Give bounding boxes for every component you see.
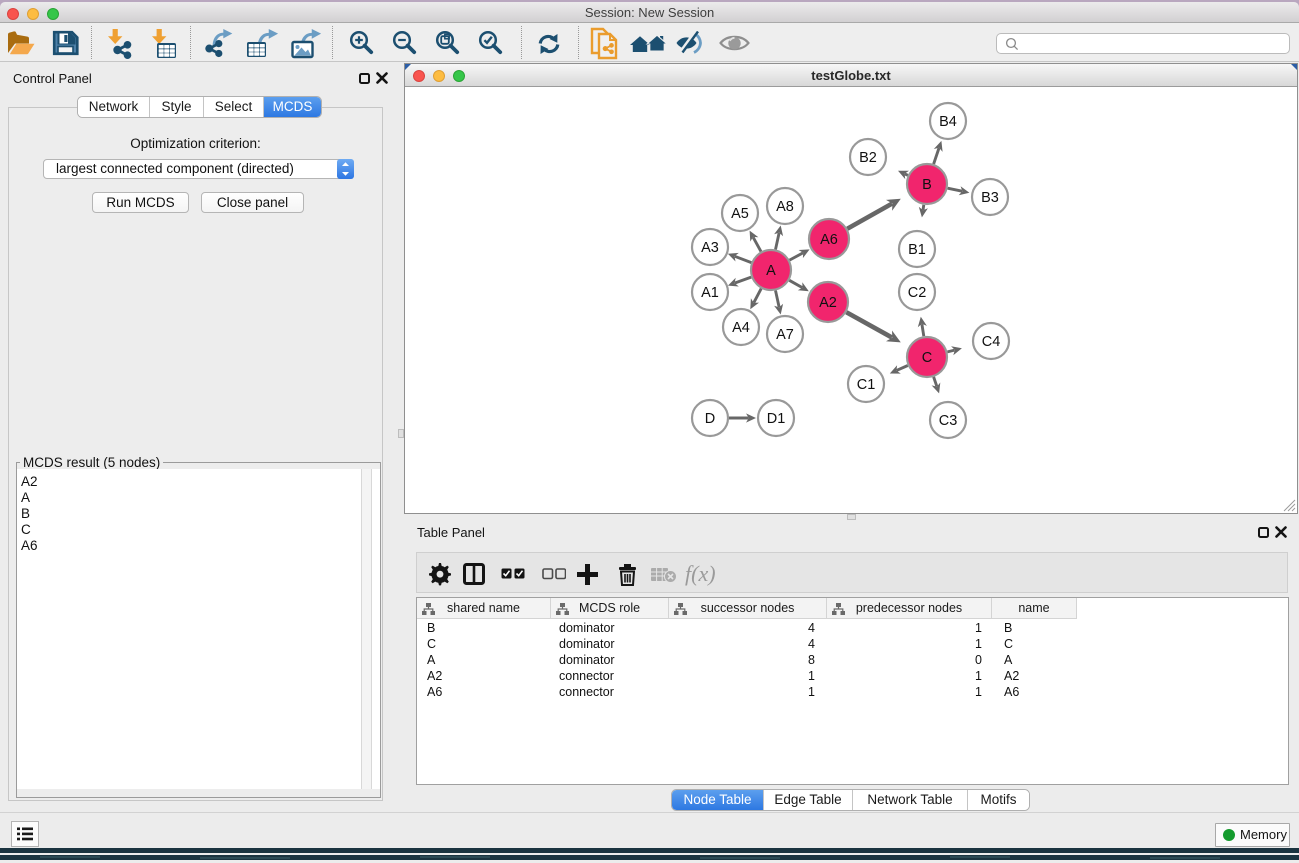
svg-text:A8: A8 xyxy=(776,199,794,215)
svg-text:A4: A4 xyxy=(732,320,750,336)
svg-text:B4: B4 xyxy=(939,114,957,130)
svg-text:A1: A1 xyxy=(701,285,719,301)
svg-text:D: D xyxy=(705,411,715,427)
svg-text:A5: A5 xyxy=(731,206,749,222)
svg-text:B3: B3 xyxy=(981,190,999,206)
svg-text:C4: C4 xyxy=(982,334,1001,350)
svg-text:C3: C3 xyxy=(939,413,958,429)
svg-text:D1: D1 xyxy=(767,411,786,427)
svg-text:B2: B2 xyxy=(859,150,877,166)
svg-text:A: A xyxy=(766,263,776,279)
svg-text:A7: A7 xyxy=(776,327,794,343)
svg-text:A3: A3 xyxy=(701,240,719,256)
svg-text:A2: A2 xyxy=(819,295,837,311)
svg-text:C2: C2 xyxy=(908,285,927,301)
svg-text:C1: C1 xyxy=(857,377,876,393)
svg-text:C: C xyxy=(922,350,932,366)
svg-text:B: B xyxy=(922,177,932,193)
svg-text:B1: B1 xyxy=(908,242,926,258)
svg-text:A6: A6 xyxy=(820,232,838,248)
